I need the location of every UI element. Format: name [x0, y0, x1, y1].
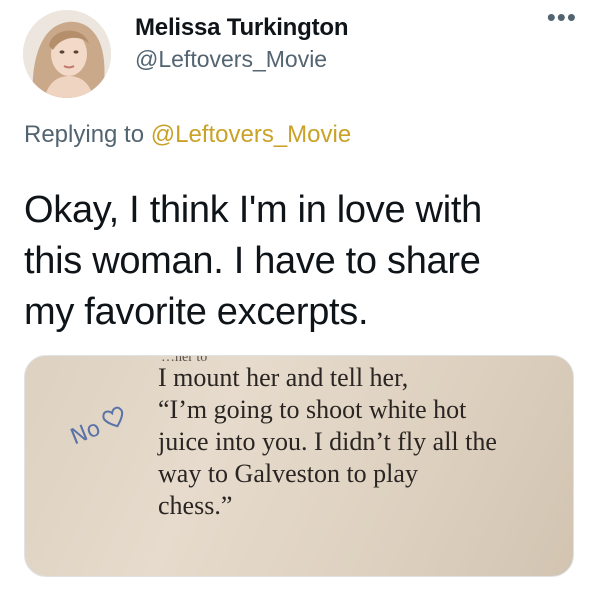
tweet-image[interactable]: …ner to I mount her and tell her, “I’m g… — [24, 355, 574, 577]
replying-to: Replying to @Leftovers_Movie — [24, 121, 351, 149]
tweet-text-line: this woman. I have to share — [24, 240, 481, 282]
avatar[interactable] — [23, 10, 111, 98]
handwritten-note-text: No — [67, 415, 105, 451]
tweet: Melissa Turkington @Leftovers_Movie ••• … — [0, 0, 599, 595]
book-line: way to Galveston to play — [158, 459, 418, 488]
avatar-image — [23, 10, 111, 98]
book-excerpt: I mount her and tell her, “I’m going to … — [158, 362, 497, 522]
book-line: “I’m going to shoot white hot — [158, 395, 467, 424]
heart-icon — [102, 406, 124, 428]
more-options-icon[interactable]: ••• — [547, 2, 577, 33]
tweet-text: Okay, I think I'm in love with this woma… — [24, 185, 584, 338]
handwritten-note: No — [66, 402, 132, 451]
display-name[interactable]: Melissa Turkington — [135, 14, 349, 42]
book-line: juice into you. I didn’t fly all the — [158, 427, 497, 456]
reply-handle-link[interactable]: @Leftovers_Movie — [151, 121, 351, 148]
book-line: I mount her and tell her, — [158, 363, 409, 392]
user-handle[interactable]: @Leftovers_Movie — [135, 46, 327, 73]
tweet-text-line: Okay, I think I'm in love with — [24, 189, 482, 231]
replying-to-label: Replying to — [24, 121, 145, 148]
book-line: chess.” — [158, 491, 233, 520]
tweet-text-line: my favorite excerpts. — [24, 291, 369, 333]
